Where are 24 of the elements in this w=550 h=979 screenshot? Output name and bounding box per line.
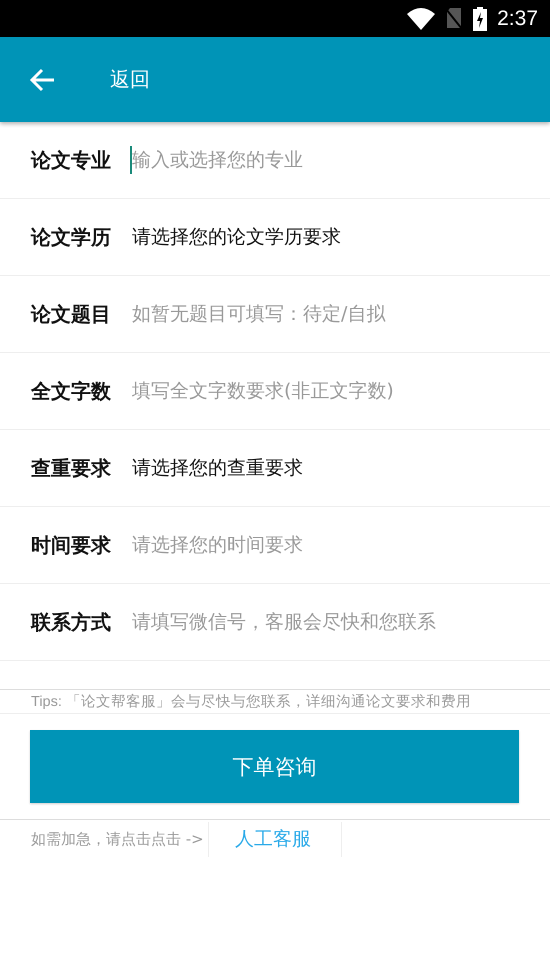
input-field[interactable]: 输入或选择您的专业 xyxy=(132,149,534,171)
tips-text: Tips: 「论文帮客服」会与尽快与您联系，详细沟通论文要求和费用 xyxy=(0,689,550,714)
select-field[interactable]: 请选择您的查重要求 xyxy=(132,455,303,481)
no-sim-icon xyxy=(445,8,464,30)
urgent-text: 如需加急，请点击点击 -> xyxy=(31,830,204,848)
field-label: 全文字数 xyxy=(31,378,112,404)
field-label: 论文专业 xyxy=(31,146,112,174)
clock-time: 2:37 xyxy=(497,6,538,30)
field-label: 联系方式 xyxy=(31,608,112,636)
back-label[interactable]: 返回 xyxy=(110,66,150,93)
submit-button[interactable]: 下单咨询 xyxy=(30,730,519,803)
field-label: 时间要求 xyxy=(31,532,112,558)
input-field[interactable]: 请填写微信号，客服会尽快和您联系 xyxy=(132,611,534,633)
back-arrow-icon[interactable] xyxy=(30,68,56,92)
input-field[interactable]: 如暂无题目可填写：待定/自拟 xyxy=(132,303,534,325)
battery-icon xyxy=(473,6,488,30)
wifi-icon xyxy=(407,8,436,30)
field-label: 论文学历 xyxy=(31,224,112,250)
field-label: 论文题目 xyxy=(31,300,112,328)
customer-service-link[interactable]: 人工客服 xyxy=(208,822,342,856)
select-field[interactable]: 请选择您的论文学历要求 xyxy=(132,224,341,250)
input-field[interactable]: 填写全文字数要求(非正文字数) xyxy=(132,380,534,402)
field-label: 查重要求 xyxy=(31,454,112,482)
input-field[interactable]: 请选择您的时间要求 xyxy=(132,534,534,556)
